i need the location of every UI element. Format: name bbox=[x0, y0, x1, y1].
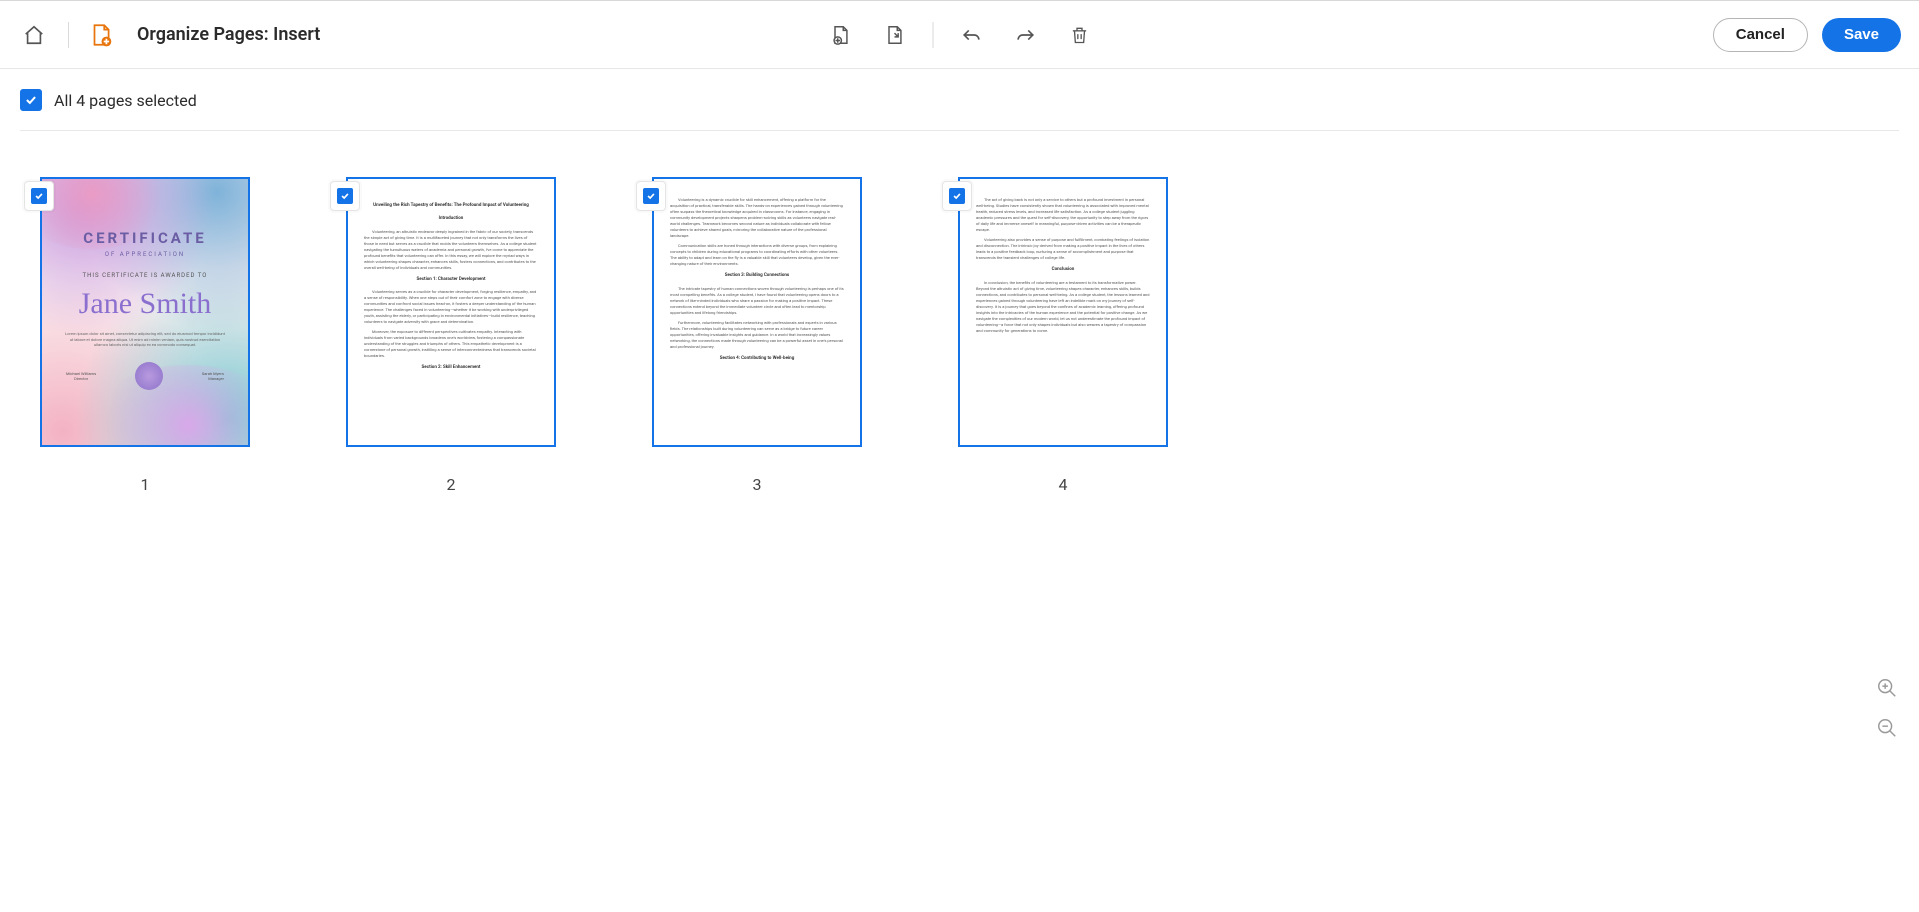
page-thumbnail[interactable]: The act of giving back is not only a ser… bbox=[958, 177, 1168, 447]
organize-pages-icon bbox=[87, 21, 115, 49]
undo-icon[interactable] bbox=[955, 19, 987, 51]
certificate-title: CERTIFICATE bbox=[54, 229, 236, 247]
toolbar-divider bbox=[68, 22, 69, 48]
top-toolbar: Organize Pages: Insert bbox=[0, 1, 1919, 69]
toolbar-center bbox=[824, 19, 1095, 51]
insert-page-icon[interactable] bbox=[824, 19, 856, 51]
home-icon[interactable] bbox=[18, 19, 50, 51]
zoom-out-icon[interactable] bbox=[1873, 714, 1901, 742]
page-item: CERTIFICATE OF APPRECIATION THIS CERTIFI… bbox=[40, 177, 250, 494]
page-thumbnail[interactable]: Volunteering is a dynamic crucible for s… bbox=[652, 177, 862, 447]
page-item: The act of giving back is not only a ser… bbox=[958, 177, 1168, 494]
certificate-sign-left: Michael Williams Director bbox=[66, 371, 96, 381]
page-number: 2 bbox=[447, 475, 456, 494]
certificate-awarded-to: THIS CERTIFICATE IS AWARDED TO bbox=[54, 272, 236, 279]
extract-page-icon[interactable] bbox=[878, 19, 910, 51]
cancel-button[interactable]: Cancel bbox=[1713, 18, 1808, 52]
page-thumbnail[interactable]: CERTIFICATE OF APPRECIATION THIS CERTIFI… bbox=[40, 177, 250, 447]
page-checkbox[interactable] bbox=[330, 181, 360, 211]
toolbar-left: Organize Pages: Insert bbox=[18, 19, 320, 51]
select-all-checkbox[interactable] bbox=[20, 89, 42, 111]
certificate-recipient: Jane Smith bbox=[54, 287, 236, 321]
pages-grid: CERTIFICATE OF APPRECIATION THIS CERTIFI… bbox=[0, 131, 1919, 494]
zoom-in-icon[interactable] bbox=[1873, 674, 1901, 702]
page-thumbnail[interactable]: Unveiling the Rich Tapestry of Benefits:… bbox=[346, 177, 556, 447]
trash-icon[interactable] bbox=[1063, 19, 1095, 51]
toolbar-right: Cancel Save bbox=[1713, 18, 1901, 52]
page-checkbox[interactable] bbox=[942, 181, 972, 211]
redo-icon[interactable] bbox=[1009, 19, 1041, 51]
certificate-sign-right: Sarah Myers Manager bbox=[202, 371, 224, 381]
certificate-subtitle: OF APPRECIATION bbox=[54, 251, 236, 258]
page-item: Unveiling the Rich Tapestry of Benefits:… bbox=[346, 177, 556, 494]
toolbar-divider bbox=[932, 22, 933, 48]
save-button[interactable]: Save bbox=[1822, 18, 1901, 52]
page-number: 4 bbox=[1059, 475, 1068, 494]
selection-bar: All 4 pages selected bbox=[0, 69, 1919, 131]
page-title: Organize Pages: Insert bbox=[137, 24, 320, 45]
certificate-seal-icon bbox=[135, 362, 163, 390]
page-number: 1 bbox=[141, 475, 150, 494]
page-item: Volunteering is a dynamic crucible for s… bbox=[652, 177, 862, 494]
page-checkbox[interactable] bbox=[636, 181, 666, 211]
zoom-controls bbox=[1873, 674, 1901, 742]
page-number: 3 bbox=[753, 475, 762, 494]
selection-count-label: All 4 pages selected bbox=[54, 91, 197, 110]
certificate-body: Lorem ipsum dolor sit amet, consectetur … bbox=[54, 331, 236, 348]
page-checkbox[interactable] bbox=[24, 181, 54, 211]
